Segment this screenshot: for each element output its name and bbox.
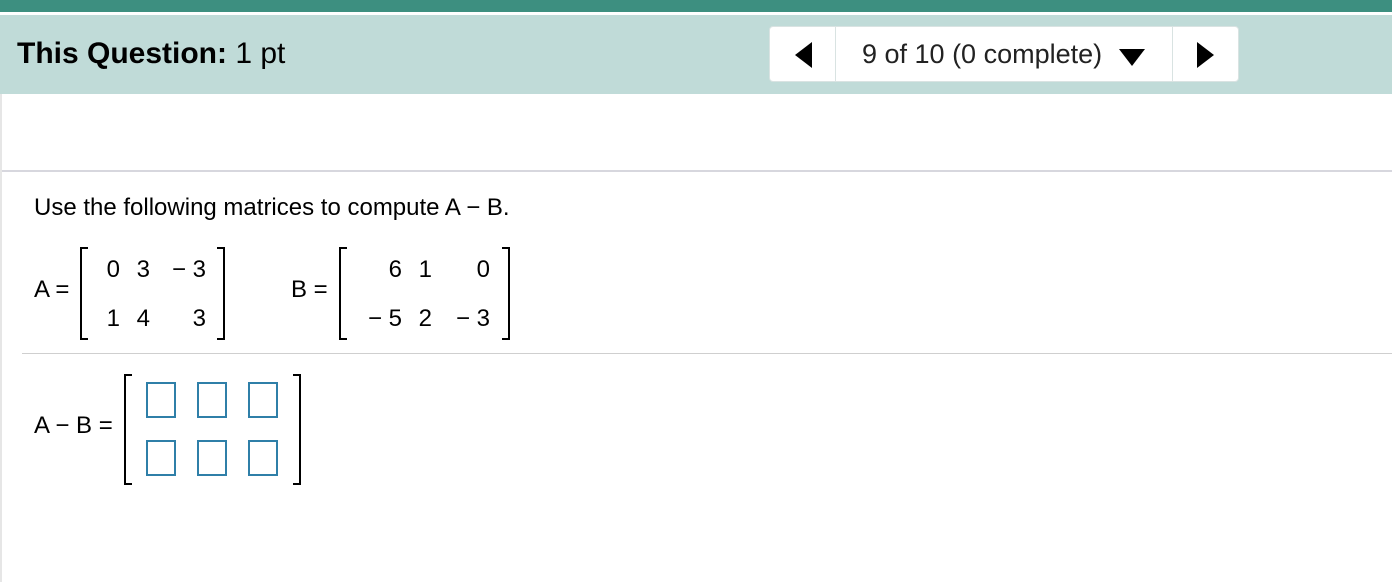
matrix-a-cell: − 3 bbox=[171, 256, 206, 283]
matrix-b-right-bracket bbox=[502, 247, 510, 340]
question-navigator: 9 of 10 (0 complete) bbox=[769, 26, 1239, 82]
matrix-a-left-bracket bbox=[80, 247, 88, 340]
answer-input-r1c1[interactable] bbox=[146, 382, 176, 418]
matrix-b-cell: 2 bbox=[418, 305, 432, 332]
matrix-a-cell: 1 bbox=[106, 305, 120, 332]
answer-input-r1c2[interactable] bbox=[197, 382, 227, 418]
question-select-dropdown[interactable]: 9 of 10 (0 complete) bbox=[836, 27, 1173, 81]
matrix-a-cell: 0 bbox=[106, 256, 120, 283]
matrix-b-cell: − 5 bbox=[367, 305, 402, 332]
matrix-a-cell: 3 bbox=[192, 305, 206, 332]
answer-left-bracket bbox=[124, 374, 132, 485]
answer-label: A − B = bbox=[34, 412, 113, 439]
answer-input-r2c1[interactable] bbox=[146, 440, 176, 476]
next-question-button[interactable] bbox=[1173, 27, 1238, 81]
question-points-title: This Question: 1 pt bbox=[17, 36, 285, 72]
left-triangle-icon bbox=[795, 42, 812, 68]
question-points: 1 pt bbox=[235, 37, 286, 70]
caret-down-icon bbox=[1119, 49, 1145, 66]
answer-input-r2c3[interactable] bbox=[248, 440, 278, 476]
answer-input-r2c2[interactable] bbox=[197, 440, 227, 476]
question-title-label: This Question: bbox=[17, 37, 227, 70]
answer-divider bbox=[22, 353, 1392, 354]
right-triangle-icon bbox=[1197, 42, 1214, 68]
matrix-b-left-bracket bbox=[339, 247, 347, 340]
matrix-a-label: A = bbox=[34, 276, 70, 303]
matrix-a-right-bracket bbox=[217, 247, 225, 340]
matrix-a-cell: 3 bbox=[136, 256, 150, 283]
matrix-a-cell: 4 bbox=[136, 305, 150, 332]
top-accent-strip bbox=[0, 0, 1392, 12]
matrix-b-label: B = bbox=[291, 276, 328, 303]
matrix-b-cell: 0 bbox=[476, 256, 490, 283]
content-left-border bbox=[0, 94, 2, 582]
matrix-b-cell: − 3 bbox=[455, 305, 490, 332]
question-prompt: Use the following matrices to compute A … bbox=[34, 194, 510, 221]
question-position-label: 9 of 10 (0 complete) bbox=[862, 39, 1103, 69]
matrix-b-cell: 6 bbox=[388, 256, 402, 283]
answer-right-bracket bbox=[293, 374, 301, 485]
previous-question-button[interactable] bbox=[770, 27, 836, 81]
section-divider bbox=[2, 170, 1392, 172]
matrix-b-cell: 1 bbox=[418, 256, 432, 283]
answer-input-r1c3[interactable] bbox=[248, 382, 278, 418]
